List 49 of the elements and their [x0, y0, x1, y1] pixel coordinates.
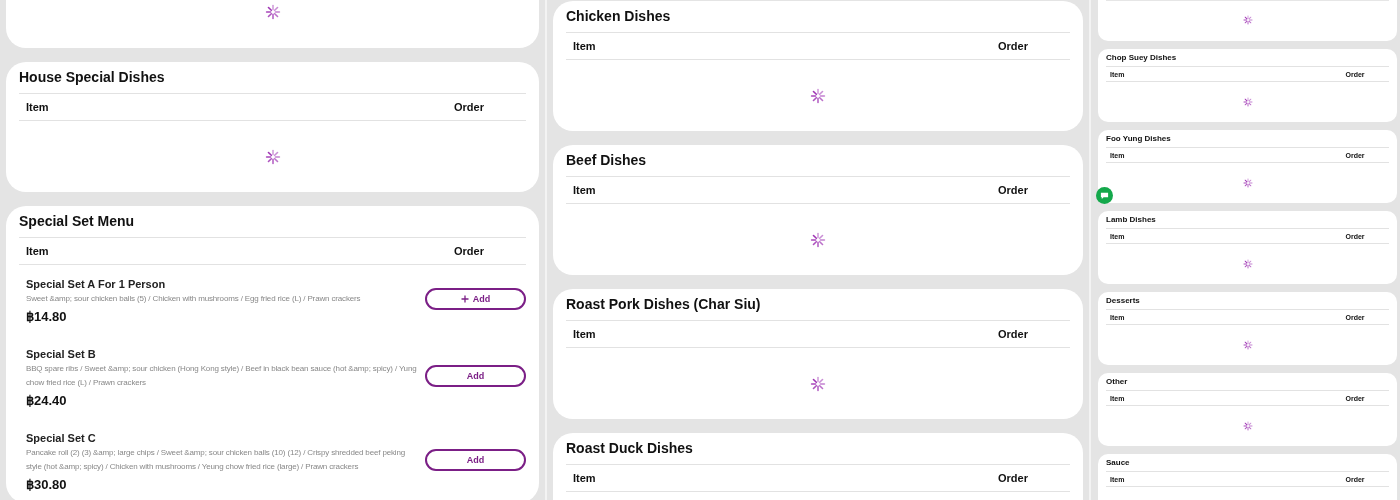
column-header: Item — [573, 40, 596, 52]
loading-spinner-icon — [264, 4, 281, 20]
add-button[interactable]: Add — [425, 365, 526, 387]
loading-spinner-icon — [1242, 97, 1253, 107]
section-title: Roast Pork Dishes (Char Siu) — [566, 296, 762, 314]
section-title: Chicken Dishes — [566, 8, 672, 26]
add-button[interactable]: Add — [425, 288, 526, 310]
item-description: Pancake roll (2) (3) &amp; large chips / Sweet &amp; sour chicken balls (10) (12) / Crispy shredded beef peking style (hot &amp; spicy) / Chicken with mushrooms / Yeung chow fried rice (large) / Prawn crackers — [26, 447, 407, 473]
loading-spinner-icon — [810, 231, 826, 248]
section-title: Beef Dishes — [566, 152, 648, 170]
column-header: Item — [573, 472, 596, 484]
column-header: Order — [453, 101, 485, 113]
item-name: Special Set C — [26, 431, 97, 445]
section-title: Special Set Menu — [19, 213, 136, 231]
column-header: Item — [573, 184, 596, 196]
item-description: Sweet &amp; sour chicken balls (5) / Chicken with mushrooms / Egg fried rice (L) / Prawn crackers — [26, 293, 362, 305]
column-header: Order — [997, 328, 1029, 340]
section-title: Chop Suey Dishes — [1106, 53, 1178, 64]
loading-spinner-icon — [810, 87, 826, 104]
loading-spinner-icon — [1242, 178, 1253, 188]
loading-spinner-icon — [264, 148, 281, 165]
column-header: Item — [573, 328, 596, 340]
section-title: Desserts — [1106, 296, 1141, 307]
column-header: Order — [997, 184, 1029, 196]
column-header: Order — [997, 472, 1029, 484]
loading-spinner-icon — [1242, 15, 1253, 25]
loading-spinner-icon — [1242, 421, 1253, 431]
section-title: Sauce — [1106, 458, 1131, 469]
item-name: Special Set A For 1 Person — [26, 277, 167, 291]
item-price: ฿30.80 — [26, 477, 68, 493]
item-price: ฿14.80 — [26, 309, 68, 325]
column-header: Order — [997, 40, 1029, 52]
loading-spinner-icon — [1242, 340, 1253, 350]
section-title: Other — [1106, 377, 1129, 388]
section-title: Foo Yung Dishes — [1106, 134, 1172, 145]
item-description: BBQ spare ribs / Sweet &amp; sour chicken (Hong Kong style) / Beef in black bean sauce (hot &amp; spicy) / Yung chow fried rice (L) / Prawn crackers — [26, 363, 418, 389]
loading-spinner-icon — [1242, 259, 1253, 269]
section-title: Lamb Dishes — [1106, 215, 1157, 226]
item-name: Special Set B — [26, 347, 97, 361]
item-price: ฿24.40 — [26, 393, 68, 409]
section-title: House Special Dishes — [19, 69, 166, 87]
column-header: Order — [453, 245, 485, 257]
plus-icon — [460, 295, 469, 303]
loading-spinner-icon — [810, 375, 826, 392]
section-title: Roast Duck Dishes — [566, 440, 694, 458]
chat-icon — [1100, 191, 1109, 200]
column-header: Item — [26, 101, 49, 113]
column-header: Item — [26, 245, 49, 257]
add-button[interactable]: Add — [425, 449, 526, 471]
